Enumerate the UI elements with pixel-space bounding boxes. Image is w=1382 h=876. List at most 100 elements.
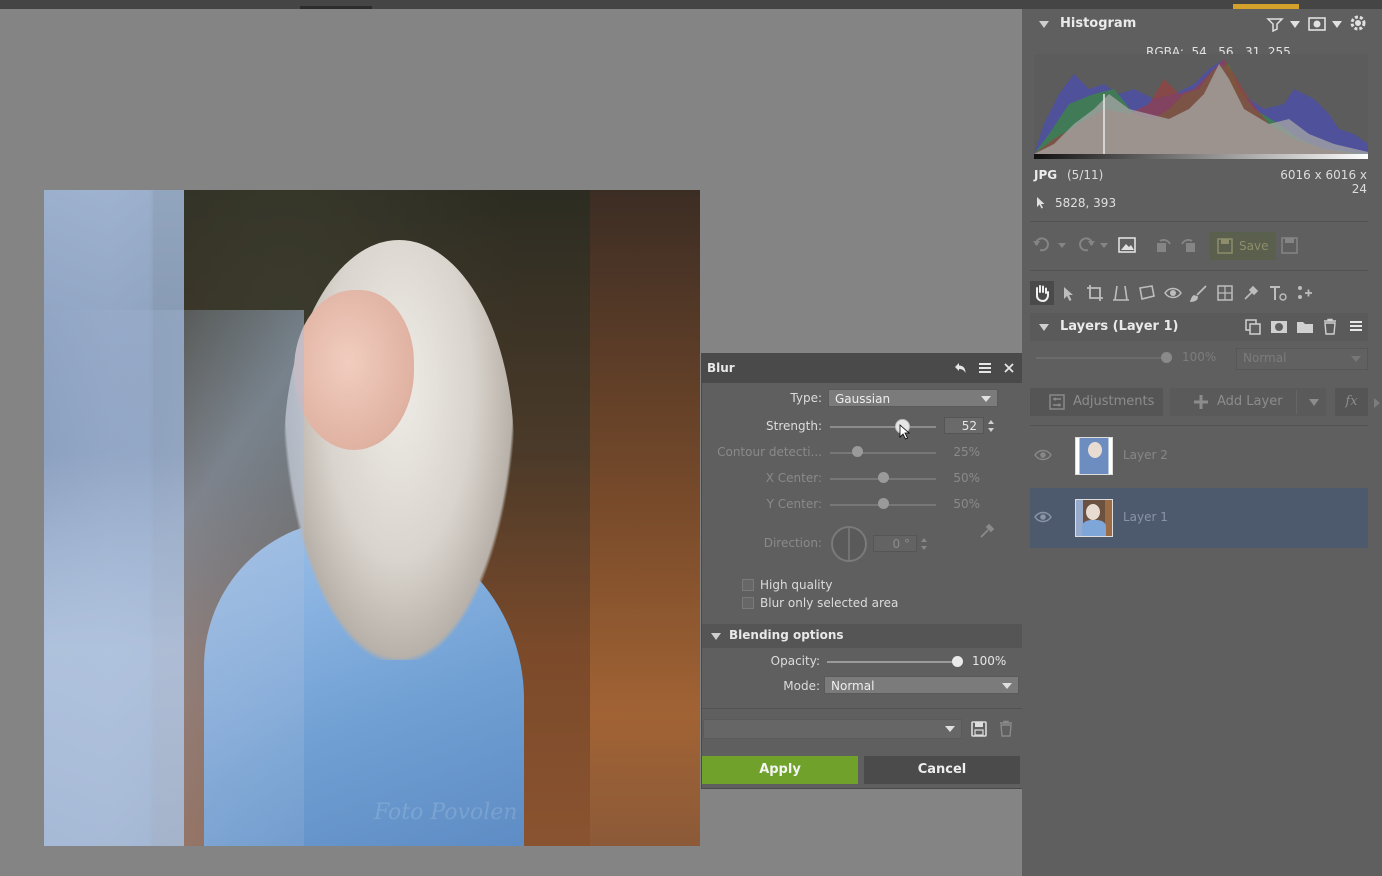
selection-icon[interactable]: [1138, 284, 1156, 302]
apply-button[interactable]: Apply: [702, 756, 858, 784]
opacity-value: 100%: [972, 654, 1007, 668]
preset-select[interactable]: [703, 719, 962, 739]
photo-preview[interactable]: Foto Povolen: [44, 190, 700, 846]
ycenter-value: 50%: [953, 497, 980, 511]
hand-icon: [1036, 285, 1049, 302]
contour-value: 25%: [953, 445, 980, 459]
histogram-mode-icon[interactable]: [1266, 16, 1284, 32]
xcenter-value: 50%: [953, 471, 980, 485]
xcenter-label: X Center:: [765, 471, 822, 485]
chevron-down-icon[interactable]: [1058, 243, 1066, 248]
type-value: Gaussian: [835, 392, 891, 406]
file-format: JPG: [1034, 168, 1058, 182]
rotate-right-icon[interactable]: [1178, 236, 1198, 254]
histogram-chart[interactable]: [1034, 54, 1368, 158]
histogram-gradient-bar: [1034, 154, 1368, 159]
redo-icon[interactable]: [1074, 236, 1096, 254]
delete-layer-icon[interactable]: [1322, 318, 1338, 336]
layers-menu-icon[interactable]: [1349, 319, 1363, 333]
eyedropper-icon[interactable]: [978, 522, 996, 540]
direction-spinner-icon[interactable]: [920, 536, 928, 552]
cancel-button[interactable]: Cancel: [864, 756, 1020, 784]
direction-input[interactable]: 0 °: [873, 535, 917, 552]
ycenter-slider-knob[interactable]: [878, 498, 889, 509]
folder-icon[interactable]: [1296, 318, 1314, 336]
cursor-coords: 5828, 393: [1055, 196, 1117, 210]
histogram-collapse-icon[interactable]: [1039, 21, 1049, 28]
contour-slider-knob[interactable]: [851, 446, 863, 457]
save-button[interactable]: Save: [1210, 232, 1276, 260]
hand-tool[interactable]: [1030, 281, 1054, 305]
menu-icon[interactable]: [978, 361, 992, 375]
settings-gear-icon[interactable]: [1349, 14, 1367, 32]
fx-button[interactable]: fx: [1335, 388, 1368, 416]
select-pointer-icon[interactable]: [1061, 285, 1077, 303]
red-eye-icon[interactable]: [1164, 285, 1182, 301]
gradient-icon[interactable]: [1216, 284, 1234, 302]
opacity-slider-knob[interactable]: [952, 656, 963, 667]
undo-icon[interactable]: [1032, 236, 1054, 254]
eye-icon[interactable]: [1034, 448, 1052, 462]
save-label: Save: [1239, 239, 1269, 253]
layers-collapse-icon[interactable]: [1039, 324, 1049, 331]
save-icon: [1217, 238, 1233, 254]
save-as-icon[interactable]: [1281, 237, 1299, 255]
layer-opacity-value: 100%: [1182, 350, 1217, 364]
file-index: (5/11): [1067, 168, 1104, 182]
photo-hair: [284, 240, 514, 660]
photo-face: [294, 290, 414, 450]
chevron-down-icon[interactable]: [1332, 21, 1342, 28]
straighten-icon[interactable]: [1112, 284, 1130, 302]
text-tool-icon[interactable]: [1268, 284, 1288, 302]
mode-select[interactable]: Normal: [824, 676, 1019, 694]
add-layer-button[interactable]: Add Layer: [1170, 388, 1326, 416]
type-select[interactable]: Gaussian: [828, 389, 998, 407]
close-icon[interactable]: [1003, 362, 1015, 374]
strength-track[interactable]: [830, 426, 936, 428]
divider: [1030, 270, 1368, 271]
clone-icon[interactable]: [1242, 284, 1260, 302]
strength-input[interactable]: 52: [944, 417, 984, 434]
strength-label: Strength:: [766, 419, 822, 433]
expand-right-icon[interactable]: [1374, 398, 1380, 408]
divider: [1030, 221, 1368, 222]
crop-icon[interactable]: [1086, 284, 1104, 302]
image-icon[interactable]: [1117, 236, 1137, 254]
layer-mask-icon[interactable]: [1270, 318, 1288, 336]
rotate-left-icon[interactable]: [1154, 236, 1174, 254]
undo-icon[interactable]: [952, 360, 968, 376]
high-quality-label: High quality: [760, 578, 833, 592]
chevron-down-icon[interactable]: [1100, 243, 1108, 248]
add-layer-label: Add Layer: [1217, 394, 1283, 409]
shapes-icon[interactable]: [1296, 284, 1314, 302]
brush-icon[interactable]: [1190, 284, 1208, 302]
xcenter-slider-knob[interactable]: [878, 472, 889, 483]
layer-opacity-track[interactable]: [1036, 357, 1166, 359]
save-preset-icon[interactable]: [970, 720, 988, 738]
collapse-icon: [711, 633, 721, 640]
layer-opacity-knob[interactable]: [1161, 352, 1172, 363]
layer-thumbnail: [1075, 437, 1113, 475]
adjustments-label: Adjustments: [1073, 394, 1155, 409]
contour-track[interactable]: [830, 452, 936, 454]
delete-preset-icon[interactable]: [998, 720, 1014, 738]
layer-row[interactable]: Layer 2: [1030, 426, 1368, 486]
eye-icon[interactable]: [1034, 510, 1052, 524]
strength-spinner-icon[interactable]: [987, 418, 995, 434]
mode-label: Mode:: [783, 679, 820, 693]
opacity-track[interactable]: [827, 661, 957, 663]
layer-mode-select[interactable]: Normal: [1236, 348, 1368, 370]
overlay-icon[interactable]: [1308, 16, 1326, 32]
chevron-down-icon[interactable]: [1290, 21, 1300, 28]
blur-header: [702, 354, 1022, 383]
divider: [702, 708, 1022, 709]
high-quality-checkbox[interactable]: [742, 579, 754, 591]
chevron-down-icon[interactable]: [1309, 399, 1319, 406]
layers-title: Layers (Layer 1): [1060, 319, 1179, 334]
layer-row-selected[interactable]: Layer 1: [1030, 488, 1368, 548]
adjustments-button[interactable]: Adjustments: [1030, 388, 1163, 416]
blending-title: Blending options: [729, 628, 844, 642]
duplicate-layer-icon[interactable]: [1244, 318, 1262, 336]
direction-dial-icon[interactable]: [829, 524, 869, 564]
blur-selected-checkbox[interactable]: [742, 597, 754, 609]
